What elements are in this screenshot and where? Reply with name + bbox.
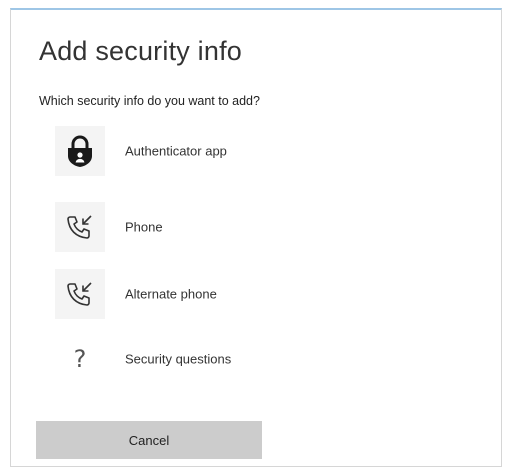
option-label-security-questions: Security questions: [125, 351, 232, 367]
dialog-title: Add security info: [39, 36, 242, 66]
option-label-phone: Phone: [125, 219, 163, 235]
question-mark-icon: ?: [73, 345, 87, 373]
option-authenticator-app[interactable]: Authenticator app: [55, 126, 385, 176]
option-security-questions[interactable]: ? Security questions: [55, 334, 385, 384]
option-alternate-phone[interactable]: Alternate phone: [55, 269, 385, 319]
phone-incoming-icon: [55, 269, 105, 319]
lock-icon: [55, 126, 105, 176]
option-label-authenticator-app: Authenticator app: [125, 143, 227, 159]
phone-incoming-icon: [55, 202, 105, 252]
dialog-question: Which security info do you want to add?: [39, 94, 260, 108]
option-phone[interactable]: Phone: [55, 202, 385, 252]
option-label-alternate-phone: Alternate phone: [125, 286, 217, 302]
add-security-info-dialog: Add security info Which security info do…: [10, 8, 502, 467]
cancel-button[interactable]: Cancel: [36, 421, 262, 459]
